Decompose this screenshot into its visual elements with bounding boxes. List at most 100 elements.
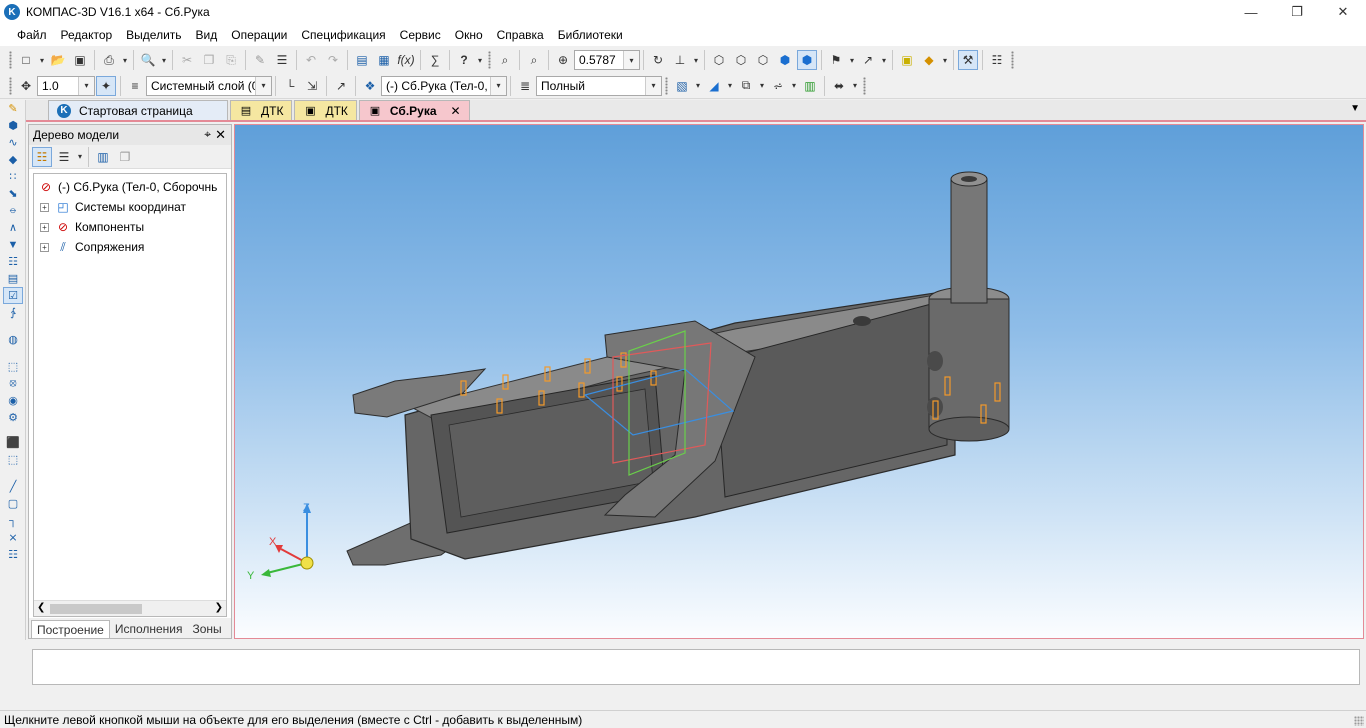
close-icon[interactable]: ✕ — [451, 104, 461, 118]
filter-icon[interactable]: ▼ — [3, 236, 23, 253]
surface-icon[interactable]: ◆ — [3, 151, 23, 168]
measure-icon[interactable]: ⩫ — [768, 76, 788, 96]
chevron-down-icon[interactable]: ▾ — [726, 76, 734, 96]
array-icon[interactable]: ∷ — [3, 168, 23, 185]
mate-icon[interactable]: ⬊ — [3, 185, 23, 202]
chevron-right-icon[interactable]: ❯ — [215, 602, 223, 613]
menu-editor[interactable]: Редактор — [54, 28, 120, 42]
menu-view[interactable]: Вид — [189, 28, 225, 42]
copy-icon[interactable]: ❐ — [199, 50, 219, 70]
report-icon[interactable]: ☷ — [3, 253, 23, 270]
point-icon[interactable]: ⨯ — [3, 529, 23, 546]
expand-icon[interactable]: + — [40, 242, 49, 252]
chevron-down-icon[interactable]: ▾ — [941, 50, 949, 70]
rotation-op-icon[interactable]: ⦻ — [3, 375, 23, 392]
tree-copy-icon[interactable]: ❐ — [115, 147, 135, 167]
chevron-down-icon[interactable]: ▾ — [78, 76, 94, 95]
spline-icon[interactable]: ∿ — [3, 134, 23, 151]
aux-geometry-icon[interactable]: ∧ — [3, 219, 23, 236]
chevron-down-icon[interactable]: ▾ — [623, 51, 639, 69]
format-painter-icon[interactable]: ✎ — [250, 50, 270, 70]
assembly-model[interactable]: Z X Y — [235, 125, 1364, 639]
shaded-icon[interactable]: ⬢ — [775, 50, 795, 70]
open-icon[interactable]: 📂 — [48, 50, 68, 70]
wireframe-icon[interactable]: ⬡ — [709, 50, 729, 70]
style-combo[interactable]: Полный ▾ — [536, 75, 662, 96]
help-icon[interactable]: ? — [454, 50, 474, 70]
chevron-down-icon[interactable]: ▾ — [160, 50, 168, 70]
edit-object-icon[interactable]: ↗ — [331, 76, 351, 96]
zoom-fit-icon[interactable]: ⌕ — [524, 50, 544, 70]
tree-item-coordinates[interactable]: + ◰ Системы координат — [40, 198, 186, 216]
properties-icon[interactable]: ☰ — [272, 50, 292, 70]
current-object-combo[interactable]: (-) Сб.Рука (Тел-0, С ▾ — [381, 75, 507, 96]
chevron-down-icon[interactable]: ▾ — [490, 76, 506, 95]
calculator-icon[interactable]: ∑ — [425, 50, 445, 70]
layer-combo[interactable]: Системный слой (0) ▾ — [146, 75, 272, 96]
menu-operations[interactable]: Операции — [224, 28, 294, 42]
expand-icon[interactable]: + — [40, 222, 49, 232]
tab-dtk-drawing[interactable]: ▤ ДТК — [230, 100, 293, 120]
perspective-icon[interactable]: ▣ — [897, 50, 917, 70]
chevron-down-icon[interactable]: ▾ — [38, 50, 46, 70]
tabs-list-icon[interactable]: ▼ — [1350, 103, 1360, 114]
chevron-down-icon[interactable]: ▾ — [645, 76, 661, 95]
auto-snap-icon[interactable]: ✦ — [96, 75, 116, 96]
diagnostics-icon[interactable]: ☑ — [3, 287, 23, 304]
weld-icon[interactable]: ⬛ — [3, 434, 23, 451]
menu-file[interactable]: Файл — [10, 28, 54, 42]
tab-versions[interactable]: Исполнения — [110, 620, 188, 638]
expand-icon[interactable]: + — [40, 202, 49, 212]
style-list-icon[interactable]: ≣ — [515, 76, 535, 96]
chevron-down-icon[interactable]: ▾ — [692, 50, 700, 70]
zoom-window-icon[interactable]: ⌕ — [495, 50, 515, 70]
clip-icon[interactable]: ⦵ — [3, 202, 23, 219]
print-icon[interactable]: ⎙ — [99, 50, 119, 70]
pipe-icon[interactable]: ⬚ — [3, 451, 23, 468]
sketch-icon[interactable]: ╱ — [3, 478, 23, 495]
tree-mode-icon[interactable]: ☰ — [54, 147, 74, 167]
material-icon[interactable]: ▧ — [672, 76, 692, 96]
menu-window[interactable]: Окно — [448, 28, 490, 42]
edit-assembly-icon[interactable]: ✎ — [3, 100, 23, 117]
tree-root[interactable]: ⊘ (-) Сб.Рука (Тел-0, Сборочнь — [38, 178, 217, 196]
chevron-down-icon[interactable]: ▾ — [880, 50, 888, 70]
tab-construction[interactable]: Построение — [31, 620, 110, 638]
toolbar-grip[interactable] — [665, 76, 668, 95]
plane-icon[interactable]: ▢ — [3, 495, 23, 512]
zoom-scale-combo[interactable]: 0.5787 ▾ — [574, 50, 640, 70]
chevron-down-icon[interactable]: ▾ — [255, 76, 271, 95]
menu-select[interactable]: Выделить — [119, 28, 188, 42]
table-icon[interactable]: ☷ — [3, 546, 23, 563]
sheet-metal-icon[interactable]: ∱ — [3, 304, 23, 321]
scroll-thumb[interactable] — [50, 604, 142, 614]
function-icon[interactable]: f(x) — [396, 50, 416, 70]
redo-icon[interactable]: ↷ — [323, 50, 343, 70]
fastener-icon[interactable]: ⚙ — [3, 409, 23, 426]
dimension-icon[interactable]: ⬌ — [829, 76, 849, 96]
zoom-scale-icon[interactable]: ⊕ — [553, 50, 573, 70]
snap-icon[interactable]: ✥ — [16, 76, 36, 96]
tree-item-mates[interactable]: + ⫽ Сопряжения — [40, 238, 144, 256]
line-weight-combo[interactable]: 1.0 ▾ — [37, 75, 95, 96]
axis-icon[interactable]: ┐ — [3, 512, 23, 529]
menu-help[interactable]: Справка — [490, 28, 551, 42]
tree-structure-icon[interactable]: ☷ — [32, 146, 52, 167]
shaded-edges-icon[interactable]: ⬢ — [797, 50, 817, 70]
component-icon[interactable]: ⬢ — [3, 117, 23, 134]
hidden-lines-icon[interactable]: ⬡ — [731, 50, 751, 70]
menu-libraries[interactable]: Библиотеки — [551, 28, 630, 42]
tree-item-components[interactable]: + ⊘ Компоненты — [40, 218, 144, 236]
filter-icon[interactable]: ⚑ — [826, 50, 846, 70]
hidden-thin-icon[interactable]: ⬡ — [753, 50, 773, 70]
toolbar-grip[interactable] — [9, 51, 12, 69]
chevron-down-icon[interactable]: ▾ — [851, 76, 859, 96]
chevron-down-icon[interactable]: ▾ — [694, 76, 702, 96]
horizontal-scrollbar[interactable]: ❮ ❯ — [34, 600, 226, 616]
constraints-icon[interactable]: ⚒ — [958, 50, 978, 70]
preview-icon[interactable]: 🔍 — [138, 50, 158, 70]
chevron-down-icon[interactable]: ▾ — [76, 147, 84, 167]
manager-icon[interactable]: ▤ — [352, 50, 372, 70]
close-button[interactable]: ✕ — [1320, 0, 1366, 24]
layer-icon[interactable]: ≡ — [125, 76, 145, 96]
